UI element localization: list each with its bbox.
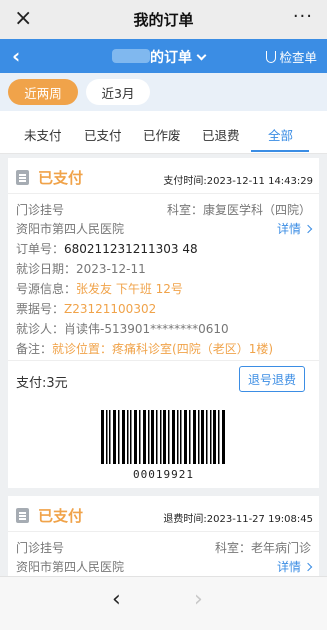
status-badge: 已支付 (38, 507, 84, 525)
divider (8, 360, 319, 361)
patient-value: 肖读伟-513901********0610 (64, 322, 229, 336)
barcode-image (101, 410, 225, 464)
order-status-row: 已支付 退费时间:2023-11-27 19:08:45 (8, 496, 319, 532)
visit-date: 就诊日期：2023-12-11 (16, 262, 146, 276)
tab-all[interactable]: 全部 (268, 125, 293, 144)
forward-arrow-icon[interactable]: › (194, 587, 203, 612)
refund-button[interactable]: 退号退费 (239, 366, 305, 392)
order-status-row: 已支付 支付时间:2023-12-11 14:43:29 (8, 158, 319, 194)
order-type: 门诊挂号 (16, 541, 65, 555)
bottom-navigation: ‹ › (0, 576, 327, 630)
note-label: 备注： (16, 342, 53, 356)
tab-unpaid[interactable]: 未支付 (24, 125, 62, 144)
check-list-button[interactable]: 检查单 (266, 47, 317, 66)
refund-time: 退费时间:2023-11-27 19:08:45 (163, 514, 313, 525)
status-tabs: 未支付 已支付 已作废 已退费 全部 (0, 111, 327, 154)
document-icon (16, 170, 29, 185)
order-number-label: 订单号： (16, 242, 65, 256)
chevron-down-icon (196, 50, 207, 61)
period-two-weeks[interactable]: 近两周 (8, 79, 78, 105)
chevron-right-icon (303, 562, 313, 572)
back-arrow-icon[interactable]: ‹ (112, 587, 121, 612)
detail-label: 详情 (276, 560, 301, 574)
top-bar: × 我的订单 ··· (0, 0, 327, 39)
patient: 就诊人：肖读伟-513901********0610 (16, 320, 229, 337)
orders-header: ‹ 的订单 检查单 (0, 39, 327, 73)
note: 备注：就诊位置：疼痛科诊室(四院（老区）1楼) (16, 340, 273, 357)
more-icon[interactable]: ··· (293, 6, 313, 27)
tab-voided[interactable]: 已作废 (143, 125, 181, 144)
orders-title: 的订单 (150, 50, 192, 66)
note-value: 就诊位置：疼痛科诊室(四院（老区）1楼) (52, 342, 274, 356)
status-badge: 已支付 (38, 169, 84, 187)
hospital-name: 资阳市第四人民医院 (16, 560, 125, 574)
detail-label: 详情 (276, 222, 301, 236)
ticket-number: 票据号：Z23121100302 (16, 300, 156, 317)
document-icon (16, 508, 29, 523)
chevron-right-icon (303, 224, 313, 234)
orders-dropdown[interactable]: 的订单 (150, 47, 207, 67)
tab-paid[interactable]: 已支付 (84, 125, 122, 144)
ticket-number-value: Z23121100302 (64, 302, 157, 316)
source-info-value: 张发友 下午班 12号 (76, 282, 183, 296)
hospital-name: 资阳市第四人民医院 (16, 222, 125, 236)
source-info: 号源信息：张发友 下午班 12号 (16, 280, 183, 297)
department: 科室：老年病门诊 (214, 541, 311, 555)
stethoscope-icon (266, 51, 277, 63)
period-three-months[interactable]: 近3月 (86, 79, 150, 105)
tab-refunded[interactable]: 已退费 (202, 125, 240, 144)
payment-amount: 支付:3元 (16, 376, 68, 391)
barcode-number: 00019921 (133, 468, 194, 481)
detail-link[interactable]: 详情 (276, 220, 313, 237)
pay-time: 支付时间:2023-12-11 14:43:29 (163, 176, 313, 187)
tab-underline (251, 150, 309, 152)
period-filter: 近两周 近3月 (0, 73, 327, 111)
check-list-label: 检查单 (279, 50, 317, 65)
order-type: 门诊挂号 (16, 203, 65, 217)
ticket-number-label: 票据号： (16, 302, 65, 316)
blurred-name (112, 49, 150, 63)
close-icon[interactable]: × (14, 8, 32, 30)
order-number-value: 680211231211303 48 (64, 242, 198, 256)
order-card: 已支付 退费时间:2023-11-27 19:08:45 门诊挂号 科室：老年病… (8, 496, 319, 576)
department: 科室：康复医学科（四院） (166, 203, 311, 217)
detail-link[interactable]: 详情 (276, 558, 313, 575)
order-card: 已支付 支付时间:2023-12-11 14:43:29 门诊挂号 科室：康复医… (8, 158, 319, 488)
order-number: 订单号：680211231211303 48 (16, 240, 198, 257)
page-title: 我的订单 (133, 11, 194, 29)
source-info-label: 号源信息： (16, 282, 77, 296)
patient-label: 就诊人： (16, 322, 65, 336)
back-icon[interactable]: ‹ (12, 44, 20, 68)
